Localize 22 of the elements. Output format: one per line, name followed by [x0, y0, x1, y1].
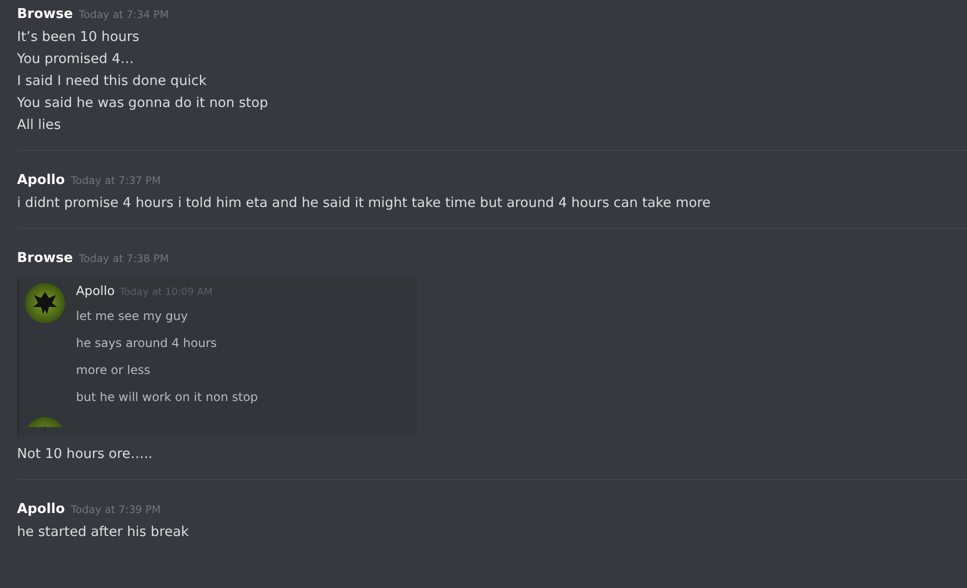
message-text: i didnt promise 4 hours i told him eta and he said it might take time but around 4 hours can take more	[17, 194, 712, 213]
username: Apollo	[17, 501, 65, 517]
message-text: he says around 4 hours	[76, 335, 218, 352]
avatar-icon	[25, 283, 65, 323]
username: Browse	[17, 250, 73, 266]
timestamp: Today at 7:34 PM	[78, 9, 169, 21]
username: Browse	[17, 6, 73, 22]
message-text: more or less	[76, 362, 152, 379]
username: Apollo	[76, 283, 115, 298]
message-text: I said I need this done quick	[17, 72, 208, 91]
message-text: but he will work on it non stop	[76, 389, 258, 406]
message-text: let me see my guy	[76, 308, 189, 325]
timestamp: Today at 7:37 PM	[70, 175, 161, 187]
message-text: You said he was gonna do it non stop	[17, 94, 270, 113]
timestamp: Today at 7:38 PM	[78, 253, 169, 265]
message-text: All lies	[17, 116, 62, 135]
message-text: You promised 4…	[17, 50, 135, 69]
timestamp: Today at 7:39 PM	[70, 504, 161, 516]
message-text: It’s been 10 hours	[17, 28, 140, 47]
message-text: Not 10 hours ore…..	[17, 445, 154, 464]
message-text: he started after his break	[17, 523, 190, 542]
username: Apollo	[17, 172, 65, 188]
